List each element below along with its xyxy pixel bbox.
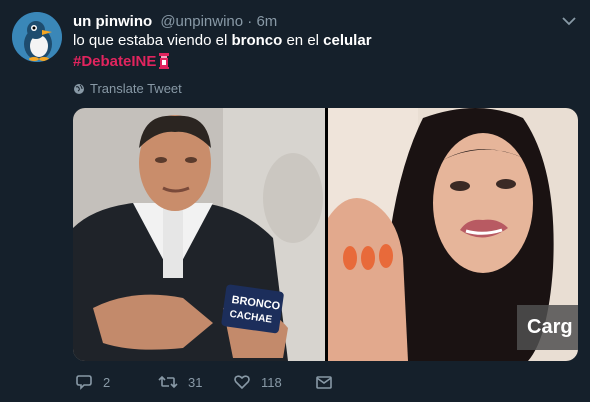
- hashtag-line: #DebateINE: [73, 52, 170, 75]
- media-collage[interactable]: BRONCO CACHAE Carg: [73, 108, 578, 361]
- man-reading-card-photo: BRONCO CACHAE: [73, 108, 325, 361]
- retweet-icon: [158, 373, 178, 391]
- heart-icon: [233, 373, 251, 391]
- envelope-icon: [315, 373, 333, 391]
- globe-icon: [73, 81, 90, 96]
- display-name[interactable]: un pinwino: [73, 13, 152, 30]
- tweet-text-part: en el: [282, 32, 324, 49]
- chevron-down-icon[interactable]: [560, 14, 578, 28]
- reply-icon: [75, 373, 93, 391]
- avatar[interactable]: [12, 12, 62, 62]
- reply-button[interactable]: 2: [75, 371, 110, 393]
- retweet-button[interactable]: 31: [158, 371, 202, 393]
- tweet-text-part: lo que estaba viendo el: [73, 32, 232, 49]
- like-count: 118: [261, 374, 282, 390]
- tweet-text-bold: celular: [323, 32, 372, 49]
- media-photo-left[interactable]: BRONCO CACHAE: [73, 108, 325, 361]
- tweet-text-bold: bronco: [231, 32, 283, 49]
- user-handle[interactable]: @unpinwino: [160, 13, 243, 30]
- ine-hashflag-icon: [158, 53, 170, 75]
- loading-overlay-label: Carg: [517, 305, 578, 350]
- tweet-header: un pinwino @unpinwino · 6m: [73, 12, 277, 32]
- retweet-count: 31: [188, 374, 203, 390]
- tweet-text: lo que estaba viendo el bronco en el cel…: [73, 31, 372, 51]
- separator-dot: ·: [247, 13, 253, 30]
- tweet-timestamp[interactable]: 6m: [256, 13, 277, 30]
- tweet[interactable]: un pinwino @unpinwino · 6m lo que estaba…: [0, 0, 590, 402]
- translate-tweet-link[interactable]: Translate Tweet: [73, 80, 182, 98]
- translate-tweet-label: Translate Tweet: [90, 81, 182, 96]
- direct-message-button[interactable]: [315, 371, 333, 393]
- penguin-avatar-icon: [12, 12, 62, 62]
- reply-count: 2: [103, 374, 111, 390]
- like-button[interactable]: 118: [233, 371, 282, 393]
- hashtag-link[interactable]: #DebateINE: [73, 53, 156, 70]
- tweet-actions: 2 31 118: [73, 371, 473, 393]
